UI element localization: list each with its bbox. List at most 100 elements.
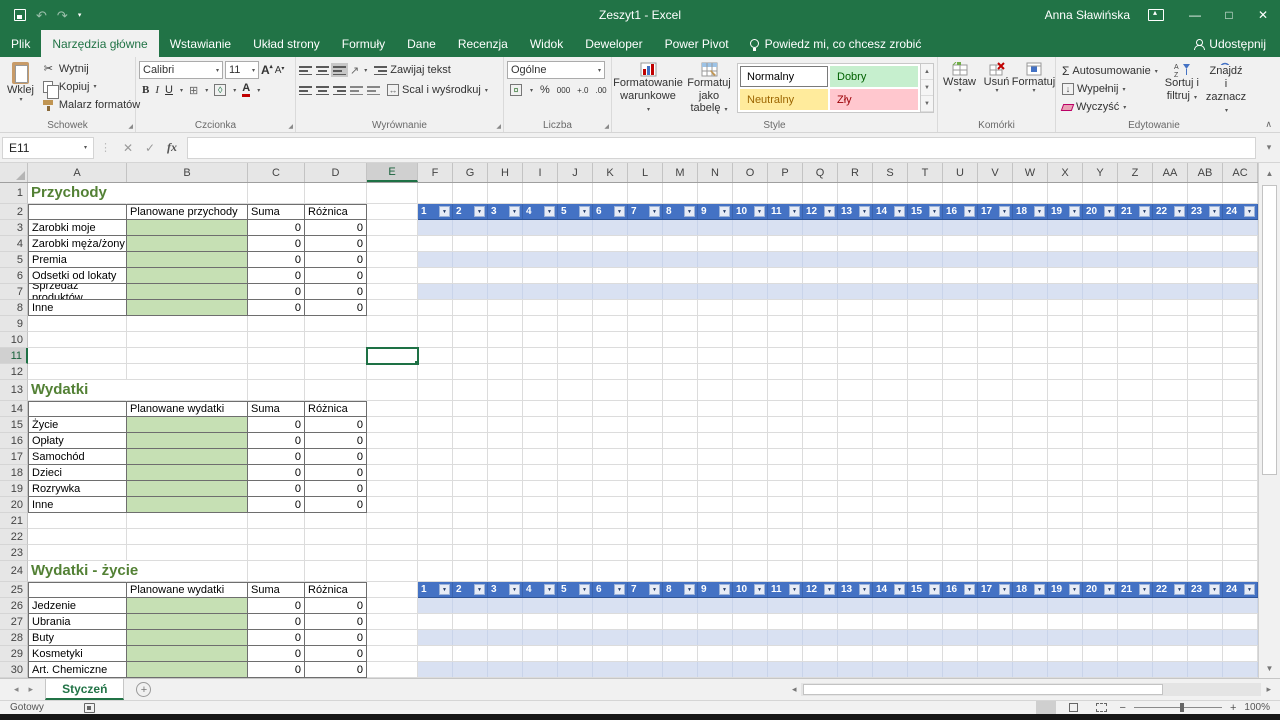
- close-button[interactable]: ✕: [1246, 0, 1280, 30]
- number-format-select[interactable]: Ogólne▾: [507, 61, 605, 79]
- cell[interactable]: [127, 449, 248, 465]
- filter-dropdown-icon[interactable]: ▼: [1104, 206, 1115, 217]
- filter-dropdown-icon[interactable]: ▼: [1209, 206, 1220, 217]
- grid-rest[interactable]: [418, 662, 1258, 678]
- ribbon-tab-widok[interactable]: Widok: [519, 30, 574, 57]
- cell[interactable]: [305, 316, 367, 332]
- cell[interactable]: Opłaty: [28, 433, 127, 449]
- filter-dropdown-icon[interactable]: ▼: [789, 584, 800, 595]
- cell[interactable]: [367, 646, 418, 662]
- cell[interactable]: [305, 380, 367, 401]
- row-header-25[interactable]: 25: [0, 582, 28, 598]
- filter-dropdown-icon[interactable]: ▼: [964, 206, 975, 217]
- align-center-icon[interactable]: [316, 85, 329, 95]
- selected-cell-E11[interactable]: [367, 348, 418, 364]
- align-left-icon[interactable]: [299, 85, 312, 95]
- cell[interactable]: Suma: [248, 401, 305, 417]
- grid-rest[interactable]: [418, 252, 1258, 268]
- filter-dropdown-icon[interactable]: ▼: [999, 206, 1010, 217]
- grid-rest[interactable]: [418, 465, 1258, 481]
- cell[interactable]: Wydatki - życie: [28, 561, 127, 582]
- italic-button[interactable]: I: [155, 84, 159, 96]
- align-middle-icon[interactable]: [316, 65, 329, 75]
- row-header-11[interactable]: 11: [0, 348, 28, 364]
- cell[interactable]: 0: [305, 268, 367, 284]
- filter-dropdown-icon[interactable]: ▼: [439, 584, 450, 595]
- cell[interactable]: Buty: [28, 630, 127, 646]
- underline-button[interactable]: U: [165, 84, 173, 96]
- clear-button[interactable]: Wyczyść▾: [1059, 99, 1161, 116]
- delete-cells-button[interactable]: Usuń▾: [978, 60, 1015, 118]
- gallery-up-icon[interactable]: ▲: [921, 64, 933, 80]
- filter-dropdown-icon[interactable]: ▼: [754, 206, 765, 217]
- number-dialog-launcher-icon[interactable]: ◢: [604, 123, 609, 130]
- filter-dropdown-icon[interactable]: ▼: [824, 206, 835, 217]
- ribbon-tab-wstawianie[interactable]: Wstawianie: [159, 30, 242, 57]
- filter-dropdown-icon[interactable]: ▼: [1174, 584, 1185, 595]
- cell[interactable]: [127, 348, 248, 364]
- row-header-14[interactable]: 14: [0, 401, 28, 417]
- column-header-AB[interactable]: AB: [1188, 163, 1223, 182]
- cell[interactable]: [367, 316, 418, 332]
- cell[interactable]: [127, 433, 248, 449]
- column-header-P[interactable]: P: [768, 163, 803, 182]
- cell[interactable]: [127, 316, 248, 332]
- filter-cell-19[interactable]: 19▼: [1048, 204, 1083, 219]
- filter-cell-20[interactable]: 20▼: [1083, 204, 1118, 219]
- decrease-decimal-icon[interactable]: .00: [596, 86, 607, 95]
- filter-dropdown-icon[interactable]: ▼: [544, 584, 555, 595]
- grid-rest[interactable]: [418, 300, 1258, 316]
- zoom-level[interactable]: 100%: [1244, 702, 1270, 713]
- cell[interactable]: [28, 364, 127, 380]
- cell[interactable]: Art. Chemiczne: [28, 662, 127, 678]
- font-dialog-launcher-icon[interactable]: ◢: [288, 123, 293, 130]
- ribbon-tab-power-pivot[interactable]: Power Pivot: [654, 30, 740, 57]
- cell[interactable]: 0: [248, 497, 305, 513]
- cell[interactable]: [305, 348, 367, 364]
- grid-rest[interactable]: [418, 284, 1258, 300]
- shrink-font-icon[interactable]: A▾: [275, 65, 285, 76]
- cell[interactable]: [305, 332, 367, 348]
- row-header-29[interactable]: 29: [0, 646, 28, 662]
- filter-dropdown-icon[interactable]: ▼: [1209, 584, 1220, 595]
- scroll-right-icon[interactable]: ▸: [1261, 684, 1276, 695]
- align-bottom-icon[interactable]: [333, 65, 346, 75]
- filter-cell-8[interactable]: 8▼: [663, 582, 698, 597]
- conditional-formatting-button[interactable]: Formatowanie warunkowe ▾: [615, 60, 681, 118]
- undo-icon[interactable]: ↶: [36, 9, 47, 22]
- cell[interactable]: Inne: [28, 300, 127, 316]
- filter-dropdown-icon[interactable]: ▼: [999, 584, 1010, 595]
- column-header-N[interactable]: N: [698, 163, 733, 182]
- cell[interactable]: 0: [305, 300, 367, 316]
- clipboard-dialog-launcher-icon[interactable]: ◢: [128, 123, 133, 130]
- cell[interactable]: Przychody: [28, 183, 127, 204]
- cell[interactable]: [248, 364, 305, 380]
- cell[interactable]: [367, 417, 418, 433]
- filter-cell-8[interactable]: 8▼: [663, 204, 698, 219]
- grid-rest[interactable]: [418, 449, 1258, 465]
- grid-rest[interactable]: [418, 433, 1258, 449]
- cell[interactable]: Różnica: [305, 401, 367, 417]
- cell[interactable]: 0: [305, 598, 367, 614]
- cell[interactable]: 0: [248, 614, 305, 630]
- filter-dropdown-icon[interactable]: ▼: [824, 584, 835, 595]
- ribbon-tab-uk-ad-strony[interactable]: Układ strony: [242, 30, 331, 57]
- cell[interactable]: [127, 380, 248, 401]
- column-header-R[interactable]: R: [838, 163, 873, 182]
- cell[interactable]: Sprzedaż produktów: [28, 284, 127, 300]
- row-header-28[interactable]: 28: [0, 630, 28, 646]
- cell[interactable]: [367, 545, 418, 561]
- cell[interactable]: [127, 220, 248, 236]
- cell[interactable]: Dzieci: [28, 465, 127, 481]
- horizontal-scrollbar[interactable]: ◂ ▸: [787, 679, 1280, 700]
- column-header-W[interactable]: W: [1013, 163, 1048, 182]
- cell[interactable]: Samochód: [28, 449, 127, 465]
- cell[interactable]: [305, 529, 367, 545]
- cell[interactable]: [127, 598, 248, 614]
- cell[interactable]: [248, 183, 305, 204]
- column-header-AA[interactable]: AA: [1153, 163, 1188, 182]
- row-header-18[interactable]: 18: [0, 465, 28, 481]
- row-header-13[interactable]: 13: [0, 380, 28, 401]
- filter-cell-7[interactable]: 7▼: [628, 582, 663, 597]
- orientation-icon[interactable]: ↗: [350, 64, 359, 77]
